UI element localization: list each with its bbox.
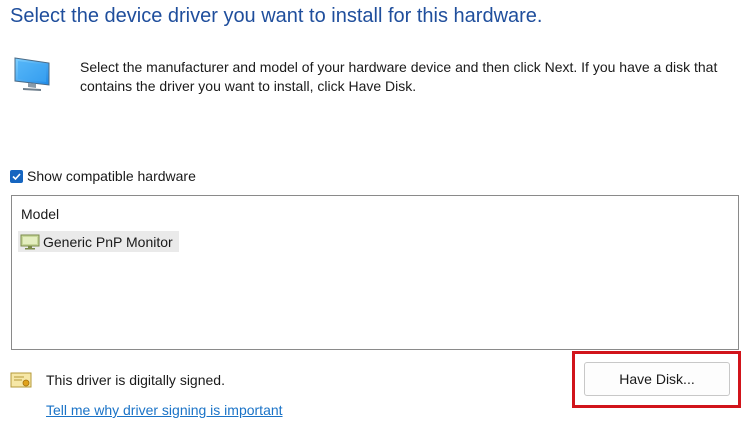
driver-signing-help-link[interactable]: Tell me why driver signing is important bbox=[46, 402, 283, 418]
signing-status-text: This driver is digitally signed. bbox=[46, 372, 225, 388]
driver-install-page: Select the device driver you want to ins… bbox=[0, 0, 750, 426]
model-list-item[interactable]: Generic PnP Monitor bbox=[18, 231, 179, 252]
model-item-label: Generic PnP Monitor bbox=[43, 233, 173, 250]
have-disk-button[interactable]: Have Disk... bbox=[584, 362, 730, 396]
certificate-icon bbox=[10, 371, 32, 389]
signing-status: This driver is digitally signed. bbox=[10, 371, 225, 389]
page-title: Select the device driver you want to ins… bbox=[10, 5, 543, 27]
show-compatible-hardware-option[interactable]: Show compatible hardware bbox=[10, 168, 196, 184]
model-column-header: Model bbox=[21, 206, 60, 222]
model-list[interactable]: Model Generic PnP Monitor bbox=[11, 195, 739, 350]
monitor-icon bbox=[12, 54, 52, 94]
show-compatible-hardware-label: Show compatible hardware bbox=[27, 168, 196, 184]
monitor-device-icon bbox=[20, 234, 40, 250]
show-compatible-hardware-checkbox[interactable] bbox=[10, 169, 23, 183]
checkmark-icon bbox=[12, 172, 21, 180]
intro-description: Select the manufacturer and model of you… bbox=[80, 59, 718, 94]
